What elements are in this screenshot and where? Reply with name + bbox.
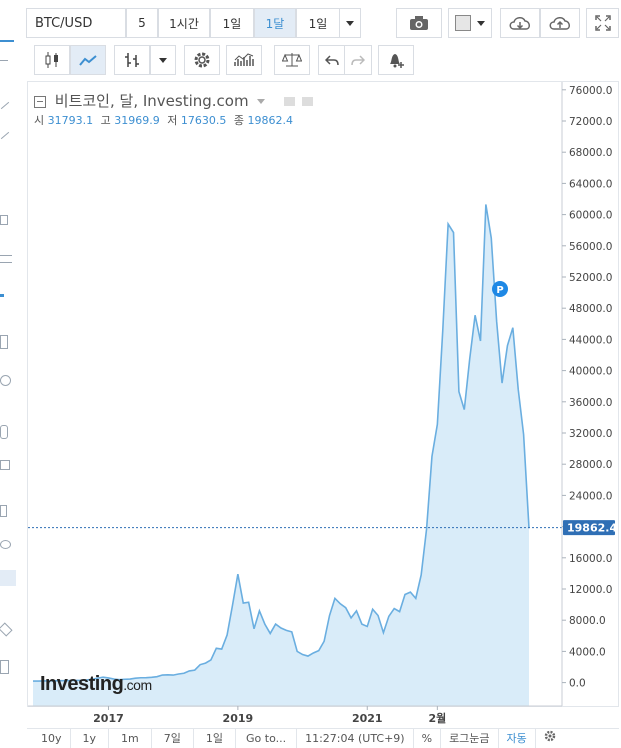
x-tick-label: 2017 [93, 712, 124, 725]
chart-legend: 비트코인, 달, Investing.com [34, 90, 313, 111]
y-tick-label: 28000.0 [569, 459, 612, 471]
y-tick-label: 60000.0 [569, 210, 612, 222]
bottom-bar: 10y 1y 1m 7일 1일 Go to... 11:27:04 (UTC+9… [27, 728, 619, 748]
chart-settings-button[interactable] [536, 729, 564, 748]
investing-logo: Investing.com [40, 673, 152, 696]
ohlc-values: 시 31793.1 고 31969.9 저 17630.5 종 19862.4 [34, 112, 293, 128]
y-tick-label: 44000.0 [569, 334, 612, 346]
legend-eye-icon[interactable] [284, 97, 296, 106]
x-tick-label: 2019 [223, 712, 254, 725]
open-value: 31793.1 [47, 114, 94, 127]
goto-date-button[interactable]: Go to... [236, 729, 298, 748]
y-tick-label: 16000.0 [569, 553, 612, 565]
y-tick-label: 40000.0 [569, 366, 612, 378]
open-label: 시 [34, 114, 45, 127]
x-tick-label: 2021 [352, 712, 383, 725]
y-tick-label: 72000.0 [569, 116, 612, 128]
auto-scale-button[interactable]: 자동 [499, 729, 536, 748]
range-1d-button[interactable]: 1일 [194, 729, 236, 748]
y-tick-label: 48000.0 [569, 303, 612, 315]
y-tick-label: 0.0 [569, 678, 586, 690]
range-7d-button[interactable]: 7일 [152, 729, 194, 748]
y-tick-label: 52000.0 [569, 272, 612, 284]
last-price-label: 19862.4 [567, 522, 617, 535]
y-tick-label: 36000.0 [569, 397, 612, 409]
range-10y-button[interactable]: 10y [27, 729, 71, 748]
event-marker[interactable]: P [492, 281, 508, 297]
low-value: 17630.5 [180, 114, 227, 127]
last-price-tag: 19862.4 [563, 520, 617, 536]
y-tick-label: 12000.0 [569, 584, 612, 596]
log-scale-button[interactable]: 로그눈금 [441, 729, 499, 748]
x-tick-label: 2월 [428, 711, 446, 725]
y-tick-label: 64000.0 [569, 178, 612, 190]
y-tick-label: 76000.0 [569, 85, 612, 97]
clock-timezone[interactable]: 11:27:04 (UTC+9) [297, 729, 414, 748]
y-tick-label: 4000.0 [569, 646, 606, 658]
low-label: 저 [167, 114, 178, 127]
logo-brand: Investing [40, 673, 124, 695]
y-tick-label: 68000.0 [569, 147, 612, 159]
y-tick-label: 24000.0 [569, 490, 612, 502]
range-1m-button[interactable]: 1m [109, 729, 152, 748]
legend-settings-icon[interactable] [301, 97, 313, 106]
high-value: 31969.9 [114, 114, 160, 127]
range-1y-button[interactable]: 1y [71, 729, 110, 748]
y-tick-label: 32000.0 [569, 428, 612, 440]
collapse-legend-icon[interactable] [34, 95, 46, 108]
close-value: 19862.4 [247, 114, 294, 127]
gear-icon [544, 730, 556, 742]
logo-suffix: .com [123, 677, 152, 693]
percent-scale-button[interactable]: % [414, 729, 442, 748]
chart-title: 비트코인, 달, Investing.com [54, 92, 249, 110]
y-tick-label: 8000.0 [569, 615, 606, 627]
high-label: 고 [100, 114, 111, 127]
legend-chevron-icon[interactable] [257, 99, 266, 104]
close-label: 종 [233, 114, 244, 127]
y-tick-label: 56000.0 [569, 241, 612, 253]
marker-label: P [496, 285, 503, 296]
